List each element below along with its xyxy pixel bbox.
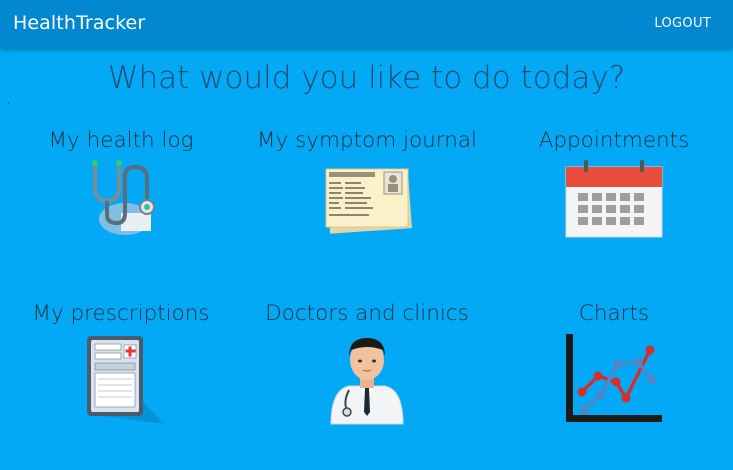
app-title: HealthTracker [13, 12, 146, 34]
prescription-icon [87, 336, 165, 424]
journal-card-icon [325, 168, 412, 234]
tile-charts[interactable]: Charts [504, 301, 724, 426]
tile-label: My health log [48, 128, 194, 153]
tile-health-log[interactable]: My health log [11, 128, 231, 239]
tile-appointments[interactable]: Appointments [504, 128, 724, 239]
tile-label: My symptom journal [257, 128, 477, 153]
tile-label: Doctors and clinics [265, 301, 469, 326]
tile-symptom-journal[interactable]: My symptom journal [257, 128, 477, 239]
app-bar: HealthTracker LOGOUT [0, 0, 733, 48]
tile-doctors-clinics[interactable]: Doctors and clinics [257, 301, 477, 426]
tile-label: Appointments [538, 128, 690, 153]
tile-prescriptions[interactable]: My prescriptions [11, 301, 231, 424]
tile-label: My prescriptions [32, 301, 210, 326]
page-headline: What would you like to do today? [107, 60, 626, 96]
tile-label: Charts [578, 301, 650, 326]
calendar-icon [565, 160, 663, 238]
line-chart-icon [566, 334, 662, 422]
stray-mark: , [7, 96, 11, 107]
stethoscope-icon [92, 160, 155, 235]
logout-button[interactable]: LOGOUT [654, 16, 711, 31]
doctor-icon [330, 338, 404, 425]
